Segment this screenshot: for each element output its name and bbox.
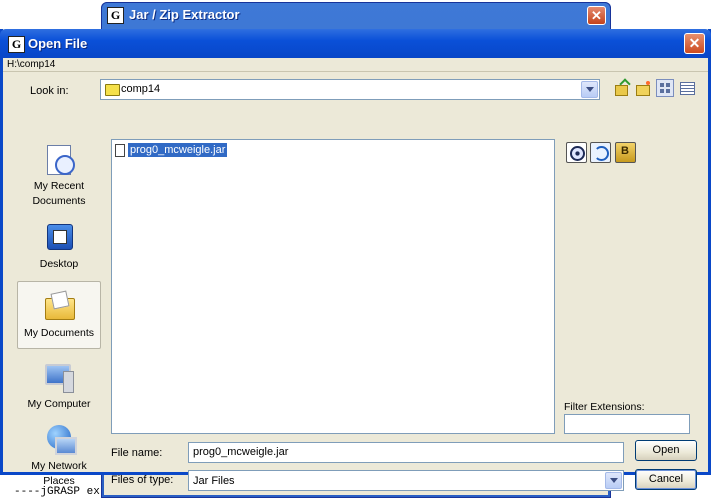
look-in-combobox[interactable]: comp14: [100, 79, 600, 100]
place-recent-documents[interactable]: My Recent Documents: [17, 140, 101, 208]
places-bar: My Recent Documents Desktop My Documents…: [17, 140, 105, 488]
dialog-title: Open File: [28, 36, 88, 51]
jgrasp-g-icon: G: [8, 36, 25, 53]
new-folder-icon[interactable]: [634, 79, 652, 97]
file-type-label: Files of type:: [111, 474, 174, 486]
network-places-icon: [43, 423, 77, 455]
filter-extensions-label: Filter Extensions:: [564, 401, 645, 413]
extractor-close-button[interactable]: ✕: [587, 6, 606, 25]
file-icon: [115, 143, 125, 157]
folder-icon: [105, 84, 120, 96]
look-in-label: Look in:: [30, 85, 69, 97]
open-file-dialog: G Open File ✕ H:\comp14 Look in: comp14 …: [0, 29, 711, 491]
desktop-icon: [43, 221, 75, 253]
place-my-documents[interactable]: My Documents: [17, 281, 101, 349]
dialog-titlebar[interactable]: G Open File ✕: [0, 29, 711, 58]
dialog-close-button[interactable]: ✕: [684, 33, 705, 54]
recent-documents-icon: [43, 143, 75, 175]
file-type-value: Jar Files: [193, 475, 235, 487]
place-network-places[interactable]: My Network Places: [17, 420, 101, 487]
look-in-value: comp14: [121, 83, 161, 95]
place-label: My Recent Documents: [32, 180, 86, 207]
open-button[interactable]: Open: [635, 440, 697, 461]
extractor-title: Jar / Zip Extractor: [129, 7, 240, 22]
file-name-label: File name:: [111, 447, 163, 459]
jgrasp-g-icon: G: [107, 7, 124, 24]
background-strip: [608, 0, 711, 30]
current-path: H:\comp14: [3, 58, 708, 72]
chevron-down-icon[interactable]: [605, 472, 622, 489]
up-folder-icon[interactable]: [612, 79, 630, 97]
filter-extensions-input[interactable]: [564, 414, 690, 434]
file-type-combobox[interactable]: Jar Files: [188, 470, 624, 491]
disc-icon[interactable]: [566, 142, 587, 163]
file-list[interactable]: prog0_mcweigle.jar: [111, 139, 555, 434]
details-view-icon[interactable]: [678, 79, 696, 97]
place-label: Desktop: [39, 258, 79, 270]
list-view-icon[interactable]: [656, 79, 674, 97]
chevron-down-icon[interactable]: [581, 81, 598, 98]
cancel-button[interactable]: Cancel: [635, 469, 697, 490]
my-documents-icon: [43, 290, 75, 322]
jar-icon[interactable]: [615, 142, 636, 163]
back-arrow-icon[interactable]: [590, 142, 611, 163]
place-label: My Computer: [27, 398, 91, 410]
place-label: My Network Places: [31, 460, 87, 487]
list-item[interactable]: prog0_mcweigle.jar: [115, 143, 228, 159]
place-my-computer[interactable]: My Computer: [17, 358, 101, 414]
file-name: prog0_mcweigle.jar: [128, 143, 228, 157]
file-name-input[interactable]: prog0_mcweigle.jar: [188, 442, 624, 463]
my-computer-icon: [43, 361, 75, 393]
place-label: My Documents: [23, 327, 95, 339]
place-desktop[interactable]: Desktop: [17, 218, 101, 274]
